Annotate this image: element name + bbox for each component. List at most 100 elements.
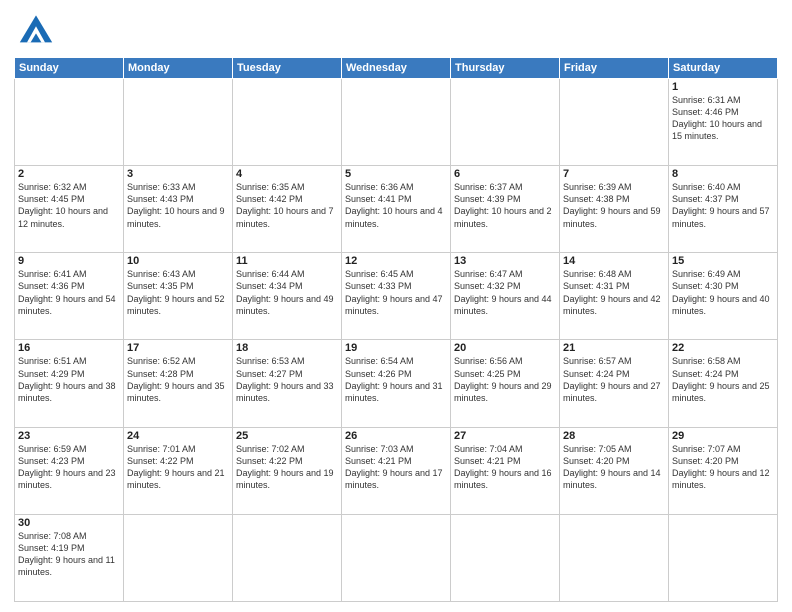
calendar-day-cell: 12Sunrise: 6:45 AM Sunset: 4:33 PM Dayli… — [342, 253, 451, 340]
calendar-header: SundayMondayTuesdayWednesdayThursdayFrid… — [15, 58, 778, 79]
day-info: Sunrise: 6:44 AM Sunset: 4:34 PM Dayligh… — [236, 268, 338, 317]
day-info: Sunrise: 7:05 AM Sunset: 4:20 PM Dayligh… — [563, 443, 665, 492]
day-number: 10 — [127, 255, 229, 267]
day-number: 20 — [454, 342, 556, 354]
day-number: 13 — [454, 255, 556, 267]
day-number: 25 — [236, 430, 338, 442]
day-number: 17 — [127, 342, 229, 354]
calendar-day-cell: 18Sunrise: 6:53 AM Sunset: 4:27 PM Dayli… — [233, 340, 342, 427]
calendar-day-cell — [15, 79, 124, 166]
calendar-body: 1Sunrise: 6:31 AM Sunset: 4:46 PM Daylig… — [15, 79, 778, 602]
day-info: Sunrise: 6:43 AM Sunset: 4:35 PM Dayligh… — [127, 268, 229, 317]
day-info: Sunrise: 6:53 AM Sunset: 4:27 PM Dayligh… — [236, 355, 338, 404]
day-number: 12 — [345, 255, 447, 267]
day-info: Sunrise: 6:54 AM Sunset: 4:26 PM Dayligh… — [345, 355, 447, 404]
calendar-day-cell: 6Sunrise: 6:37 AM Sunset: 4:39 PM Daylig… — [451, 166, 560, 253]
day-info: Sunrise: 6:32 AM Sunset: 4:45 PM Dayligh… — [18, 181, 120, 230]
calendar-week-row: 16Sunrise: 6:51 AM Sunset: 4:29 PM Dayli… — [15, 340, 778, 427]
calendar-day-cell: 2Sunrise: 6:32 AM Sunset: 4:45 PM Daylig… — [15, 166, 124, 253]
day-number: 6 — [454, 168, 556, 180]
day-info: Sunrise: 6:48 AM Sunset: 4:31 PM Dayligh… — [563, 268, 665, 317]
calendar-day-cell: 25Sunrise: 7:02 AM Sunset: 4:22 PM Dayli… — [233, 427, 342, 514]
calendar-day-cell: 3Sunrise: 6:33 AM Sunset: 4:43 PM Daylig… — [124, 166, 233, 253]
calendar-day-cell — [560, 79, 669, 166]
day-number: 29 — [672, 430, 774, 442]
calendar-week-row: 1Sunrise: 6:31 AM Sunset: 4:46 PM Daylig… — [15, 79, 778, 166]
day-number: 27 — [454, 430, 556, 442]
day-info: Sunrise: 7:01 AM Sunset: 4:22 PM Dayligh… — [127, 443, 229, 492]
calendar-day-cell — [451, 514, 560, 601]
day-number: 7 — [563, 168, 665, 180]
calendar-day-cell: 23Sunrise: 6:59 AM Sunset: 4:23 PM Dayli… — [15, 427, 124, 514]
calendar-day-cell: 30Sunrise: 7:08 AM Sunset: 4:19 PM Dayli… — [15, 514, 124, 601]
day-info: Sunrise: 6:37 AM Sunset: 4:39 PM Dayligh… — [454, 181, 556, 230]
day-number: 1 — [672, 81, 774, 93]
day-number: 26 — [345, 430, 447, 442]
day-info: Sunrise: 6:57 AM Sunset: 4:24 PM Dayligh… — [563, 355, 665, 404]
day-info: Sunrise: 6:45 AM Sunset: 4:33 PM Dayligh… — [345, 268, 447, 317]
logo — [14, 10, 54, 51]
calendar-day-cell: 16Sunrise: 6:51 AM Sunset: 4:29 PM Dayli… — [15, 340, 124, 427]
day-info: Sunrise: 7:03 AM Sunset: 4:21 PM Dayligh… — [345, 443, 447, 492]
calendar-day-cell: 8Sunrise: 6:40 AM Sunset: 4:37 PM Daylig… — [669, 166, 778, 253]
calendar-day-cell: 17Sunrise: 6:52 AM Sunset: 4:28 PM Dayli… — [124, 340, 233, 427]
day-number: 15 — [672, 255, 774, 267]
calendar-table: SundayMondayTuesdayWednesdayThursdayFrid… — [14, 57, 778, 602]
day-info: Sunrise: 7:02 AM Sunset: 4:22 PM Dayligh… — [236, 443, 338, 492]
weekday-header: Monday — [124, 58, 233, 79]
weekday-header: Thursday — [451, 58, 560, 79]
calendar-day-cell: 21Sunrise: 6:57 AM Sunset: 4:24 PM Dayli… — [560, 340, 669, 427]
calendar-day-cell — [451, 79, 560, 166]
calendar-day-cell — [669, 514, 778, 601]
day-info: Sunrise: 6:40 AM Sunset: 4:37 PM Dayligh… — [672, 181, 774, 230]
calendar-day-cell: 20Sunrise: 6:56 AM Sunset: 4:25 PM Dayli… — [451, 340, 560, 427]
calendar-day-cell — [124, 514, 233, 601]
weekday-row: SundayMondayTuesdayWednesdayThursdayFrid… — [15, 58, 778, 79]
day-info: Sunrise: 7:07 AM Sunset: 4:20 PM Dayligh… — [672, 443, 774, 492]
calendar-day-cell — [342, 79, 451, 166]
day-info: Sunrise: 6:47 AM Sunset: 4:32 PM Dayligh… — [454, 268, 556, 317]
day-info: Sunrise: 6:41 AM Sunset: 4:36 PM Dayligh… — [18, 268, 120, 317]
top-section — [14, 10, 778, 51]
day-number: 4 — [236, 168, 338, 180]
day-info: Sunrise: 6:52 AM Sunset: 4:28 PM Dayligh… — [127, 355, 229, 404]
calendar-day-cell: 7Sunrise: 6:39 AM Sunset: 4:38 PM Daylig… — [560, 166, 669, 253]
calendar-day-cell: 29Sunrise: 7:07 AM Sunset: 4:20 PM Dayli… — [669, 427, 778, 514]
calendar-day-cell: 11Sunrise: 6:44 AM Sunset: 4:34 PM Dayli… — [233, 253, 342, 340]
calendar-day-cell: 14Sunrise: 6:48 AM Sunset: 4:31 PM Dayli… — [560, 253, 669, 340]
calendar-day-cell: 5Sunrise: 6:36 AM Sunset: 4:41 PM Daylig… — [342, 166, 451, 253]
calendar-day-cell: 27Sunrise: 7:04 AM Sunset: 4:21 PM Dayli… — [451, 427, 560, 514]
day-number: 28 — [563, 430, 665, 442]
day-info: Sunrise: 6:59 AM Sunset: 4:23 PM Dayligh… — [18, 443, 120, 492]
weekday-header: Saturday — [669, 58, 778, 79]
day-info: Sunrise: 6:33 AM Sunset: 4:43 PM Dayligh… — [127, 181, 229, 230]
calendar-day-cell: 13Sunrise: 6:47 AM Sunset: 4:32 PM Dayli… — [451, 253, 560, 340]
day-number: 21 — [563, 342, 665, 354]
day-number: 19 — [345, 342, 447, 354]
day-number: 16 — [18, 342, 120, 354]
day-number: 2 — [18, 168, 120, 180]
day-info: Sunrise: 6:39 AM Sunset: 4:38 PM Dayligh… — [563, 181, 665, 230]
calendar-day-cell: 4Sunrise: 6:35 AM Sunset: 4:42 PM Daylig… — [233, 166, 342, 253]
calendar-day-cell — [560, 514, 669, 601]
calendar-day-cell: 26Sunrise: 7:03 AM Sunset: 4:21 PM Dayli… — [342, 427, 451, 514]
day-info: Sunrise: 7:04 AM Sunset: 4:21 PM Dayligh… — [454, 443, 556, 492]
day-info: Sunrise: 6:35 AM Sunset: 4:42 PM Dayligh… — [236, 181, 338, 230]
calendar-day-cell: 24Sunrise: 7:01 AM Sunset: 4:22 PM Dayli… — [124, 427, 233, 514]
day-info: Sunrise: 6:49 AM Sunset: 4:30 PM Dayligh… — [672, 268, 774, 317]
day-number: 9 — [18, 255, 120, 267]
day-number: 8 — [672, 168, 774, 180]
logo-area — [14, 10, 54, 51]
day-number: 30 — [18, 517, 120, 529]
calendar-day-cell: 28Sunrise: 7:05 AM Sunset: 4:20 PM Dayli… — [560, 427, 669, 514]
day-info: Sunrise: 6:56 AM Sunset: 4:25 PM Dayligh… — [454, 355, 556, 404]
day-number: 3 — [127, 168, 229, 180]
day-info: Sunrise: 6:31 AM Sunset: 4:46 PM Dayligh… — [672, 94, 774, 143]
day-info: Sunrise: 6:36 AM Sunset: 4:41 PM Dayligh… — [345, 181, 447, 230]
calendar-day-cell — [233, 514, 342, 601]
calendar-week-row: 2Sunrise: 6:32 AM Sunset: 4:45 PM Daylig… — [15, 166, 778, 253]
weekday-header: Wednesday — [342, 58, 451, 79]
calendar-week-row: 9Sunrise: 6:41 AM Sunset: 4:36 PM Daylig… — [15, 253, 778, 340]
calendar-day-cell: 19Sunrise: 6:54 AM Sunset: 4:26 PM Dayli… — [342, 340, 451, 427]
weekday-header: Sunday — [15, 58, 124, 79]
